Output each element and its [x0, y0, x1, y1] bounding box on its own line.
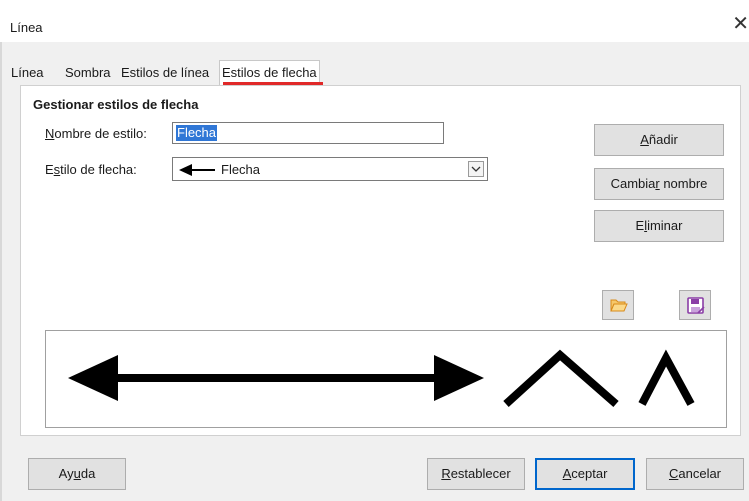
close-icon[interactable]: ✕	[732, 14, 749, 34]
save-button[interactable]	[679, 290, 711, 320]
arrow-preview-canvas	[68, 349, 695, 408]
reset-button[interactable]: Restablecer	[427, 458, 525, 490]
add-button[interactable]: Añadir	[594, 124, 724, 156]
open-chevron-icon	[503, 349, 619, 408]
window-border	[0, 42, 2, 501]
arrow-style-label: Estilo de flecha:	[45, 162, 137, 177]
rename-button[interactable]: Cambiar nombre	[594, 168, 724, 200]
double-arrow-icon	[68, 355, 484, 401]
tab-estilos-de-linea[interactable]: Estilos de línea	[119, 62, 211, 84]
tab-linea[interactable]: Línea	[9, 62, 46, 84]
open-button[interactable]	[602, 290, 634, 320]
title-bar: Línea ✕	[0, 0, 749, 42]
arrow-style-select[interactable]: Flecha	[172, 157, 488, 181]
chevron-down-icon	[471, 166, 481, 172]
arrow-style-value: Flecha	[221, 162, 261, 177]
arrow-preview-area	[45, 330, 727, 428]
style-name-input[interactable]: Flecha	[172, 122, 444, 144]
style-name-value: Flecha	[176, 125, 218, 141]
section-title: Gestionar estilos de flecha	[33, 97, 199, 112]
cancel-button[interactable]: Cancelar	[646, 458, 744, 490]
ok-button[interactable]: Aceptar	[535, 458, 635, 490]
arrow-left-icon	[179, 164, 215, 176]
folder-open-icon	[610, 299, 628, 312]
dropdown-button[interactable]	[468, 161, 484, 177]
help-button[interactable]: Ayuda	[28, 458, 126, 490]
style-name-label: Nombre de estilo:	[45, 126, 147, 141]
tab-sombra[interactable]: Sombra	[63, 62, 113, 84]
window-title: Línea	[10, 20, 43, 35]
delete-button[interactable]: Eliminar	[594, 210, 724, 242]
save-icon	[687, 297, 705, 314]
narrow-chevron-icon	[638, 349, 695, 406]
